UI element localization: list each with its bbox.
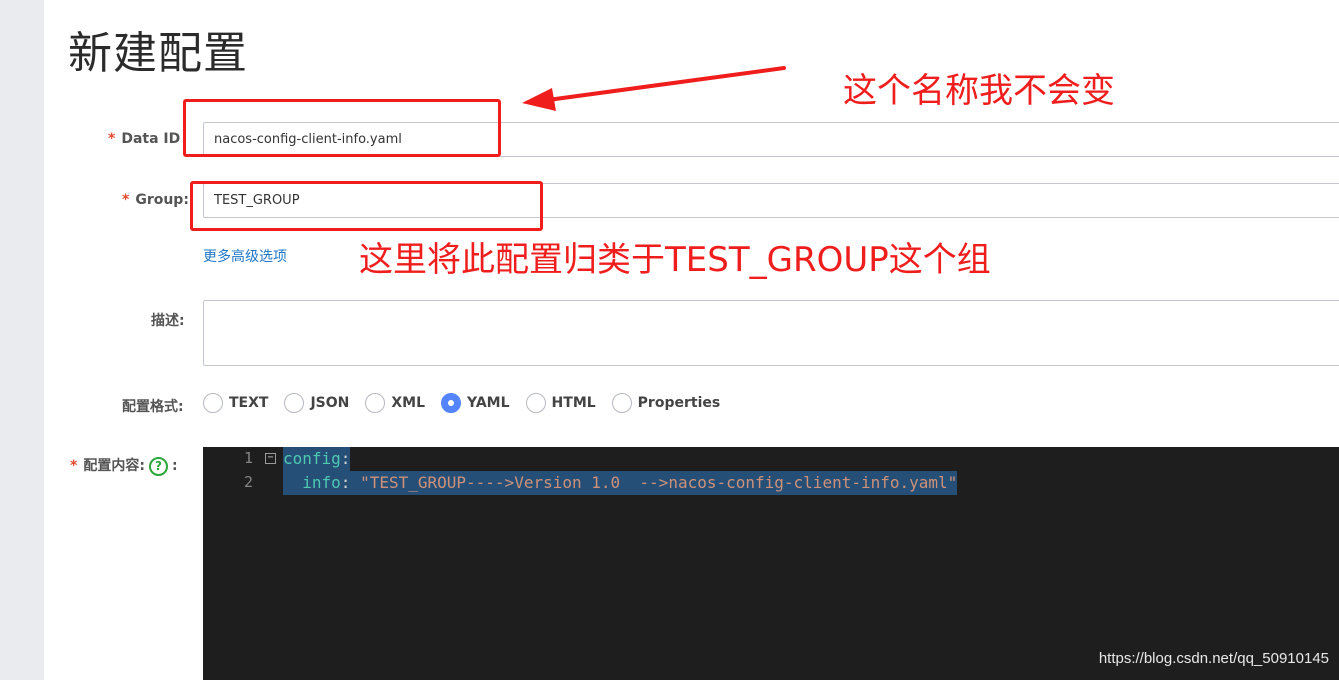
- code-line[interactable]: info: "TEST_GROUP---->Version 1.0 -->nac…: [283, 471, 958, 495]
- page-title: 新建配置: [68, 28, 248, 79]
- line-number: 1: [243, 449, 253, 467]
- format-option-html[interactable]: HTML: [525, 393, 596, 413]
- description-label: 描述:: [151, 313, 185, 329]
- data-id-label-text: Data ID: [121, 131, 181, 147]
- format-option-label: JSON: [310, 395, 350, 411]
- yaml-string-value: "TEST_GROUP---->Version 1.0 -->nacos-con…: [360, 473, 958, 492]
- yaml-indent: [283, 473, 302, 492]
- group-highlight-box: [190, 181, 543, 231]
- format-option-yaml[interactable]: YAML: [441, 393, 510, 413]
- content-label-text: 配置内容:: [83, 458, 145, 474]
- advanced-options-link[interactable]: 更多高级选项: [203, 246, 287, 266]
- annotation-arrow-icon: [522, 66, 786, 111]
- format-option-text[interactable]: TEXT: [203, 393, 268, 413]
- group-label-text: Group:: [135, 192, 189, 208]
- code-editor[interactable]: 1 − config: 2 info: "TEST_GROUP---->Vers…: [203, 447, 1339, 680]
- format-option-label: Properties: [637, 395, 721, 411]
- required-mark: *: [70, 458, 78, 474]
- format-option-label: TEXT: [229, 395, 269, 411]
- data-id-highlight-box: [183, 99, 501, 157]
- content-label: * 配置内容:?:: [70, 455, 178, 476]
- format-label: 配置格式:: [122, 399, 184, 415]
- format-option-label: HTML: [551, 395, 596, 411]
- format-option-xml[interactable]: XML: [365, 393, 425, 413]
- yaml-separator: :: [340, 449, 351, 468]
- group-annotation: 这里将此配置归类于TEST_GROUP这个组: [359, 240, 991, 280]
- yaml-key: config: [283, 449, 341, 468]
- radio-circle-checked[interactable]: [441, 393, 462, 413]
- format-option-properties[interactable]: Properties: [611, 393, 721, 413]
- format-option-label: YAML: [467, 395, 510, 411]
- radio-circle[interactable]: [203, 393, 223, 413]
- required-mark: *: [108, 131, 116, 147]
- content-label-colon: :: [171, 458, 178, 474]
- radio-circle[interactable]: [284, 393, 305, 413]
- help-icon[interactable]: ?: [148, 456, 168, 476]
- radio-circle[interactable]: [525, 393, 546, 413]
- fold-toggle-icon[interactable]: −: [265, 453, 276, 464]
- line-number: 2: [243, 473, 253, 491]
- yaml-key: info: [302, 473, 341, 492]
- radio-circle[interactable]: [611, 393, 632, 413]
- format-radio-group: TEXT JSON XML YAML HTML Properties: [203, 391, 736, 415]
- left-rail: [0, 0, 44, 680]
- watermark: https://blog.csdn.net/qq_50910145: [1098, 650, 1329, 667]
- data-id-annotation: 这个名称我不会变: [843, 71, 1115, 111]
- format-option-label: XML: [391, 395, 426, 411]
- format-option-json[interactable]: JSON: [284, 393, 349, 413]
- radio-circle[interactable]: [365, 393, 386, 413]
- group-label: * Group:: [122, 192, 189, 208]
- code-line[interactable]: config:: [283, 447, 351, 471]
- data-id-label: * Data ID: [108, 131, 180, 147]
- required-mark: *: [122, 192, 130, 208]
- description-textarea[interactable]: [203, 300, 1339, 366]
- yaml-separator: :: [340, 473, 361, 492]
